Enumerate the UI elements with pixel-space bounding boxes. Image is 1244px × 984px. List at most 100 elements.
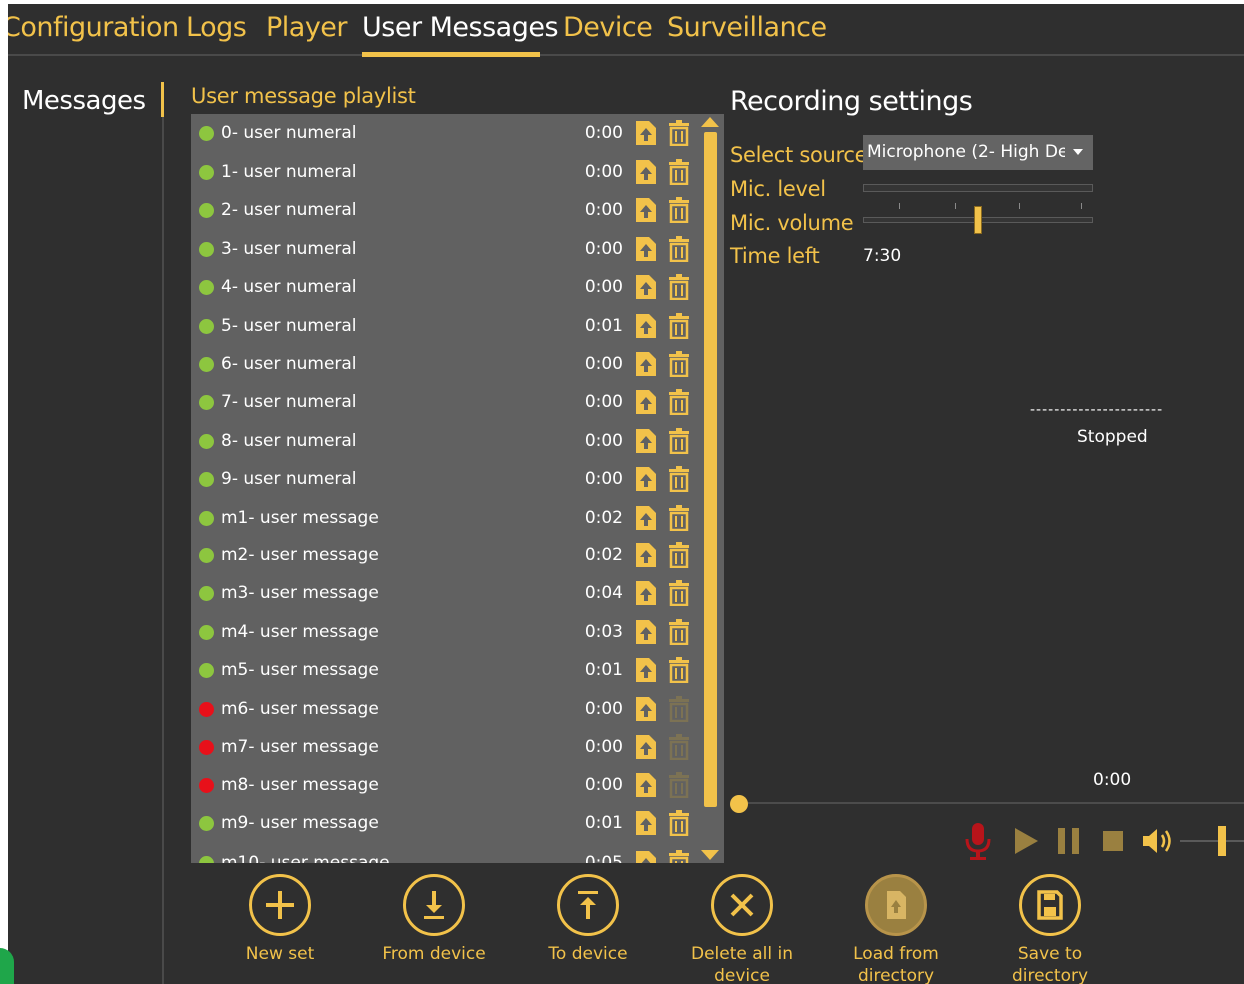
tab-user-messages[interactable]: User Messages xyxy=(362,12,559,43)
file-upload-icon[interactable] xyxy=(635,428,657,454)
status-dot-icon xyxy=(199,395,214,410)
file-upload-icon[interactable] xyxy=(635,236,657,262)
trash-icon[interactable] xyxy=(668,466,690,492)
trash-icon[interactable] xyxy=(668,389,690,415)
trash-icon[interactable] xyxy=(668,696,690,722)
trash-icon[interactable] xyxy=(668,236,690,262)
playlist-row[interactable]: 1- user numeral 0:00 xyxy=(191,153,701,191)
playlist-row[interactable]: m6- user message 0:00 xyxy=(191,690,701,728)
file-upload-icon[interactable] xyxy=(635,505,657,531)
playlist-row[interactable]: 0- user numeral 0:00 xyxy=(191,114,701,152)
seek-bar-thumb[interactable] xyxy=(730,795,748,813)
status-dot-icon xyxy=(199,434,214,449)
player-volume-slider[interactable] xyxy=(1180,840,1244,842)
file-upload-icon[interactable] xyxy=(635,120,657,146)
file-upload-icon[interactable] xyxy=(635,542,657,568)
playlist-scroll-thumb[interactable] xyxy=(704,132,717,807)
trash-icon[interactable] xyxy=(668,850,690,863)
playlist[interactable]: m10- user message 0:05 m9- user message 0:0… xyxy=(191,114,724,863)
message-name: m7- user message xyxy=(221,737,379,757)
trash-icon[interactable] xyxy=(668,657,690,683)
playlist-row[interactable]: m8- user message 0:00 xyxy=(191,766,701,804)
to-device-button[interactable]: To device xyxy=(523,874,653,965)
source-select[interactable]: Microphone (2- High Definition Audio Dev… xyxy=(863,135,1093,170)
playlist-row[interactable]: m2- user message 0:02 xyxy=(191,536,701,574)
trash-icon[interactable] xyxy=(668,542,690,568)
file-upload-icon[interactable] xyxy=(635,466,657,492)
playlist-row[interactable]: 4- user numeral 0:00 xyxy=(191,268,701,306)
playlist-row[interactable]: 2- user numeral 0:00 xyxy=(191,191,701,229)
trash-icon[interactable] xyxy=(668,120,690,146)
playlist-row[interactable]: m1- user message 0:02 xyxy=(191,499,701,537)
playlist-row[interactable]: 3- user numeral 0:00 xyxy=(191,230,701,268)
load-from-directory-circle xyxy=(865,874,927,936)
file-upload-icon[interactable] xyxy=(635,197,657,223)
playlist-row[interactable]: 9- user numeral 0:00 xyxy=(191,460,701,498)
tab-logs[interactable]: Logs xyxy=(186,12,247,43)
playlist-row[interactable]: m4- user message 0:03 xyxy=(191,613,701,651)
file-upload-icon[interactable] xyxy=(635,313,657,339)
file-upload-icon[interactable] xyxy=(635,734,657,760)
playlist-row[interactable]: m10- user message 0:05 xyxy=(191,844,701,863)
trash-icon[interactable] xyxy=(668,159,690,185)
message-name: m9- user message xyxy=(221,813,379,833)
file-upload-icon[interactable] xyxy=(635,274,657,300)
file-upload-icon[interactable] xyxy=(635,850,657,863)
track-name-placeholder: ---------------------- xyxy=(1030,402,1164,418)
message-name: 0- user numeral xyxy=(221,123,357,143)
trash-icon[interactable] xyxy=(668,428,690,454)
trash-icon[interactable] xyxy=(668,580,690,606)
playlist-row[interactable]: m3- user message 0:04 xyxy=(191,574,701,612)
message-duration: 0:01 xyxy=(584,813,623,833)
file-upload-icon[interactable] xyxy=(635,389,657,415)
file-upload-icon[interactable] xyxy=(635,696,657,722)
trash-icon[interactable] xyxy=(668,351,690,377)
trash-icon[interactable] xyxy=(668,274,690,300)
delete-all-in-device-label: Delete all in device xyxy=(690,944,794,984)
file-upload-icon[interactable] xyxy=(635,657,657,683)
playlist-row[interactable]: m9- user message 0:01 xyxy=(191,804,701,842)
microphone-icon[interactable] xyxy=(963,821,993,863)
status-dot-icon xyxy=(199,856,214,863)
file-upload-icon[interactable] xyxy=(635,810,657,836)
playlist-row[interactable]: 5- user numeral 0:01 xyxy=(191,307,701,345)
volume-icon[interactable] xyxy=(1141,826,1177,856)
file-upload-icon[interactable] xyxy=(635,159,657,185)
playlist-row[interactable]: 6- user numeral 0:00 xyxy=(191,345,701,383)
file-upload-icon[interactable] xyxy=(635,580,657,606)
player-volume-thumb[interactable] xyxy=(1218,826,1226,856)
trash-icon[interactable] xyxy=(668,772,690,798)
trash-icon[interactable] xyxy=(668,505,690,531)
sidebar-item-messages[interactable]: Messages xyxy=(22,86,146,116)
seek-bar[interactable] xyxy=(738,802,1244,804)
file-upload-icon[interactable] xyxy=(635,351,657,377)
mic-volume-slider-thumb[interactable] xyxy=(974,206,982,234)
tab-surveillance[interactable]: Surveillance xyxy=(667,12,827,43)
message-name: m10- user message xyxy=(221,853,390,863)
message-duration: 0:00 xyxy=(584,431,623,451)
trash-icon[interactable] xyxy=(668,619,690,645)
play-icon[interactable] xyxy=(1012,826,1040,856)
tab-player[interactable]: Player xyxy=(266,12,348,43)
new-set-button[interactable]: New set xyxy=(215,874,345,965)
playlist-row[interactable]: m5- user message 0:01 xyxy=(191,651,701,689)
from-device-button[interactable]: From device xyxy=(369,874,499,965)
save-to-directory-button[interactable]: Save to directory xyxy=(985,874,1115,984)
file-upload-icon[interactable] xyxy=(635,619,657,645)
playlist-row[interactable]: 7- user numeral 0:00 xyxy=(191,383,701,421)
trash-icon[interactable] xyxy=(668,197,690,223)
tab-configuration[interactable]: Configuration xyxy=(8,12,179,43)
playlist-row[interactable]: m7- user message 0:00 xyxy=(191,728,701,766)
trash-icon[interactable] xyxy=(668,313,690,339)
playlist-row[interactable]: 8- user numeral 0:00 xyxy=(191,422,701,460)
stop-icon[interactable] xyxy=(1102,830,1124,852)
scroll-up-arrow-icon[interactable] xyxy=(701,117,719,127)
trash-icon[interactable] xyxy=(668,810,690,836)
trash-icon[interactable] xyxy=(668,734,690,760)
delete-all-in-device-button[interactable]: Delete all in device xyxy=(677,874,807,984)
tab-device[interactable]: Device xyxy=(563,12,653,43)
scroll-down-arrow-icon[interactable] xyxy=(701,850,719,860)
load-from-directory-button[interactable]: Load from directory xyxy=(831,874,961,984)
file-upload-icon[interactable] xyxy=(635,772,657,798)
pause-icon[interactable] xyxy=(1056,827,1082,855)
